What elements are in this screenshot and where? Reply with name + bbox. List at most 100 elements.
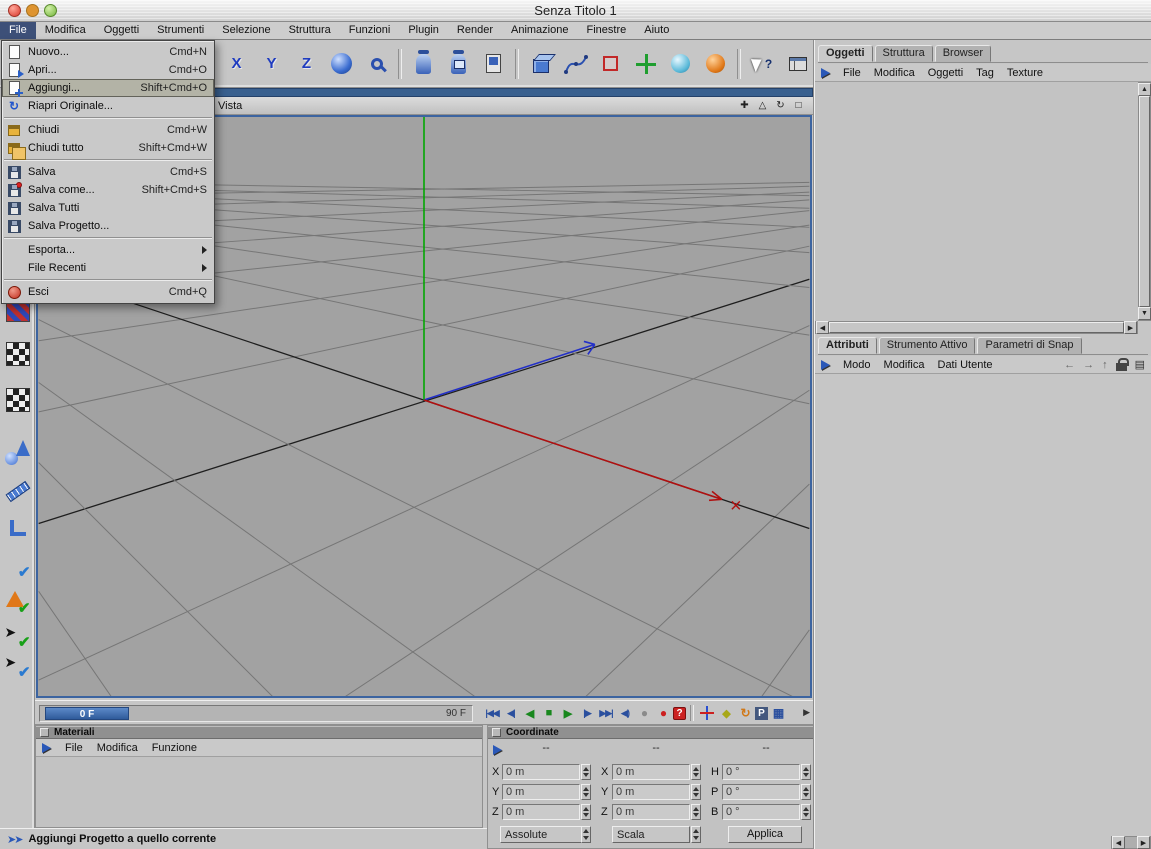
rot-b-field[interactable]: 0 ° — [722, 804, 800, 820]
edges-mode-button[interactable]: ✔ — [4, 588, 31, 617]
texture-mode-button[interactable] — [4, 340, 31, 367]
pos-x-field[interactable]: 0 m — [502, 764, 580, 780]
menu-item-riapri-originale[interactable]: ↻ Riapri Originale... — [2, 97, 214, 115]
tab-struttura[interactable]: Struttura — [874, 45, 933, 62]
rot-h-field[interactable]: 0 ° — [722, 764, 800, 780]
rotate-view-icon[interactable]: ↻ — [774, 99, 787, 112]
menu-item-apri[interactable]: Apri... Cmd+O — [2, 61, 214, 79]
menu-finestre[interactable]: Finestre — [577, 22, 635, 39]
panel-menu-icon[interactable] — [42, 742, 51, 753]
timeline-expand-icon[interactable]: ▶ — [803, 707, 810, 718]
environment-button[interactable] — [699, 45, 732, 83]
autokey-button[interactable]: ● — [654, 704, 672, 722]
objects-vertical-scrollbar[interactable]: ▲ ▼ — [1138, 82, 1151, 321]
size-z-field[interactable]: 0 m — [612, 804, 690, 820]
objects-menu-tag[interactable]: Tag — [976, 67, 994, 79]
tab-attributi[interactable]: Attributi — [818, 337, 877, 354]
sound-toggle-button[interactable]: ◀) — [616, 704, 634, 722]
menu-item-aggiungi[interactable]: Aggiungi... Shift+Cmd+O — [2, 79, 214, 97]
menu-item-salva-tutti[interactable]: Salva Tutti — [2, 199, 214, 217]
menu-oggetti[interactable]: Oggetti — [95, 22, 148, 39]
record-pla-toggle[interactable]: ▦ — [769, 704, 787, 722]
scale-mode-dropdown[interactable]: Scala — [612, 826, 690, 843]
tab-strumento-attivo[interactable]: Strumento Attivo — [878, 337, 976, 354]
attributes-menu-modifica[interactable]: Modifica — [884, 359, 925, 371]
scroll-left-icon[interactable]: ◀ — [1112, 836, 1125, 849]
materials-menu-modifica[interactable]: Modifica — [97, 742, 138, 754]
add-spline-button[interactable] — [559, 45, 592, 83]
menu-funzioni[interactable]: Funzioni — [340, 22, 400, 39]
pos-x-stepper[interactable] — [581, 764, 591, 780]
apply-button[interactable]: Applica — [728, 826, 802, 843]
objects-horizontal-scrollbar[interactable]: ◀ ▶ — [815, 321, 1138, 334]
history-back-icon[interactable]: ← — [1064, 359, 1075, 371]
lock-y-axis-button[interactable]: Y — [255, 45, 288, 83]
pan-view-icon[interactable]: ✚ — [738, 99, 751, 112]
previous-key-button[interactable]: ◀| — [502, 704, 520, 722]
record-position-toggle[interactable] — [698, 704, 716, 722]
goto-start-button[interactable]: |◀◀ — [483, 704, 501, 722]
rot-h-stepper[interactable] — [801, 764, 811, 780]
stop-button[interactable]: ■ — [540, 704, 558, 722]
menu-file[interactable]: File — [0, 22, 36, 39]
attributes-menu-dati-utente[interactable]: Dati Utente — [938, 359, 993, 371]
polygons-mode-button[interactable]: ➤ ✔ — [4, 622, 31, 651]
points-mode-button[interactable]: ✔ — [4, 552, 31, 581]
zoom-button[interactable] — [360, 45, 393, 83]
scroll-right-icon[interactable]: ▶ — [1137, 836, 1150, 849]
pos-z-field[interactable]: 0 m — [502, 804, 580, 820]
materials-panel-header[interactable]: Materiali — [36, 726, 482, 739]
model-mode-button[interactable] — [4, 438, 31, 465]
scrollbar-thumb[interactable] — [1139, 96, 1150, 307]
goto-end-button[interactable]: ▶▶| — [597, 704, 615, 722]
render-picture-viewer-button[interactable] — [442, 45, 475, 83]
scale-mode-arrows[interactable] — [691, 826, 701, 843]
menu-item-salva[interactable]: Salva Cmd+S — [2, 163, 214, 181]
scroll-down-icon[interactable]: ▼ — [1138, 307, 1151, 320]
pos-y-field[interactable]: 0 m — [502, 784, 580, 800]
context-help-button[interactable]: ? — [746, 45, 779, 83]
maximize-view-icon[interactable]: □ — [792, 99, 805, 112]
attributes-menu-modo[interactable]: Modo — [843, 359, 871, 371]
snap-enable-button[interactable]: ➤ ✔ — [4, 652, 31, 681]
tab-oggetti[interactable]: Oggetti — [818, 45, 873, 62]
materials-menu-funzione[interactable]: Funzione — [152, 742, 197, 754]
menu-modifica[interactable]: Modifica — [36, 22, 95, 39]
menu-aiuto[interactable]: Aiuto — [635, 22, 678, 39]
add-primitive-button[interactable] — [524, 45, 557, 83]
measure-tool-button[interactable] — [4, 478, 31, 505]
objects-menu-file[interactable]: File — [843, 67, 861, 79]
rot-b-stepper[interactable] — [801, 804, 811, 820]
frame-slider-track[interactable]: 0 F 90 F — [39, 705, 473, 722]
position-mode-arrows[interactable] — [581, 826, 591, 843]
menu-render[interactable]: Render — [448, 22, 502, 39]
panel-menu-icon[interactable] — [493, 745, 502, 755]
materials-menu-file[interactable]: File — [65, 742, 83, 754]
menu-item-chiudi[interactable]: Chiudi Cmd+W — [2, 121, 214, 139]
scrollbar-thumb[interactable] — [829, 322, 1124, 333]
position-mode-dropdown[interactable]: Assolute — [500, 826, 582, 843]
tab-parametri-di-snap[interactable]: Parametri di Snap — [977, 337, 1082, 354]
pos-z-stepper[interactable] — [581, 804, 591, 820]
corner-scrollbar[interactable]: ◀ ▶ — [1111, 836, 1151, 849]
layout-button[interactable] — [781, 45, 814, 83]
attributes-body[interactable] — [815, 375, 1151, 833]
objects-menu-oggetti[interactable]: Oggetti — [928, 67, 963, 79]
new-material-button[interactable] — [664, 45, 697, 83]
viewport-menu-vista[interactable]: Vista — [218, 100, 242, 112]
size-x-field[interactable]: 0 m — [612, 764, 690, 780]
object-list[interactable] — [815, 82, 1138, 321]
play-button[interactable]: ▶ — [559, 704, 577, 722]
coordinate-system-button[interactable] — [325, 45, 358, 83]
menu-struttura[interactable]: Struttura — [280, 22, 340, 39]
lock-icon[interactable] — [1115, 358, 1129, 371]
size-y-stepper[interactable] — [691, 784, 701, 800]
menu-item-esporta[interactable]: Esporta... — [2, 241, 214, 259]
menu-item-file-recenti[interactable]: File Recenti — [2, 259, 214, 277]
menu-item-nuovo[interactable]: Nuovo... Cmd+N — [2, 43, 214, 61]
size-y-field[interactable]: 0 m — [612, 784, 690, 800]
size-x-stepper[interactable] — [691, 764, 701, 780]
panel-menu-icon[interactable] — [821, 359, 830, 370]
menu-strumenti[interactable]: Strumenti — [148, 22, 213, 39]
close-button[interactable] — [8, 4, 21, 17]
